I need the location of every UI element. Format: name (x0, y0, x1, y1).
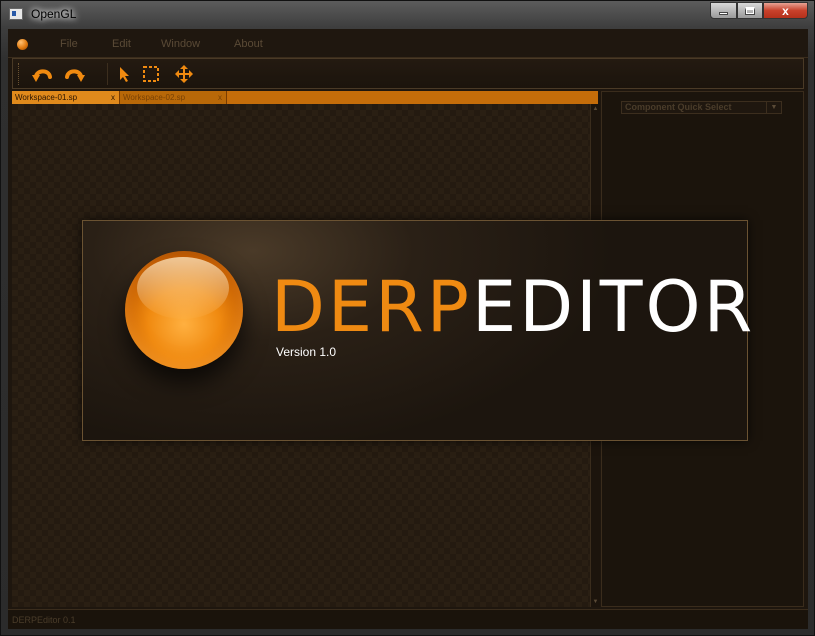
splash-logo: DERPEDITOR (271, 267, 755, 347)
app-window-icon (9, 8, 23, 20)
tab-close-icon[interactable]: x (111, 91, 115, 104)
tab-label: Workspace-02.sp (123, 93, 186, 102)
close-button[interactable]: x (763, 2, 808, 19)
maximize-button[interactable] (737, 2, 763, 19)
chevron-down-icon[interactable]: ▼ (766, 102, 781, 113)
version-label: Version 1.0 (276, 345, 337, 359)
menu-window[interactable]: Window (161, 38, 200, 50)
app-orb-icon[interactable] (17, 39, 28, 50)
splash-screen: DERPEDITOR Version 1.0 (82, 220, 752, 441)
status-text: DERPEditor 0.1 (12, 615, 76, 625)
menu-bar: File Edit Window About (8, 29, 808, 58)
tab-workspace-02[interactable]: Workspace-02.sp x (120, 91, 227, 104)
document-tab-strip: Workspace-01.sp x Workspace-02.sp x (12, 91, 598, 104)
logo-orb-icon (125, 251, 243, 369)
undo-icon[interactable] (32, 63, 54, 85)
window-title: OpenGL (31, 7, 77, 21)
maximize-icon (745, 6, 755, 15)
orb-highlight (137, 257, 229, 319)
minimize-button[interactable] (710, 2, 737, 19)
marquee-select-icon[interactable] (140, 63, 162, 85)
combo-value: Component Quick Select (625, 102, 732, 112)
logo-part-derp: DERP (271, 266, 472, 348)
logo-part-editor: EDITOR (471, 266, 756, 348)
scroll-down-arrow-icon[interactable]: ▼ (591, 597, 600, 607)
tab-close-icon[interactable]: x (218, 91, 222, 104)
caption-buttons: x (710, 2, 808, 20)
minimize-icon (719, 12, 728, 15)
tab-workspace-01[interactable]: Workspace-01.sp x (12, 91, 120, 104)
status-bar: DERPEditor 0.1 (8, 609, 808, 629)
toolbar-separator (107, 63, 108, 85)
move-icon[interactable] (173, 63, 195, 85)
title-bar[interactable]: OpenGL x (1, 1, 814, 29)
menu-file[interactable]: File (60, 38, 78, 50)
menu-edit[interactable]: Edit (112, 38, 131, 50)
scroll-up-arrow-icon[interactable]: ▲ (591, 104, 600, 114)
close-icon: x (782, 3, 789, 18)
pointer-icon[interactable] (113, 63, 135, 85)
toolbar-grip[interactable] (18, 63, 21, 85)
component-quick-select[interactable]: Component Quick Select ▼ (621, 101, 782, 114)
toolbar (12, 58, 804, 89)
redo-icon[interactable] (63, 63, 85, 85)
tab-label: Workspace-01.sp (15, 93, 78, 102)
menu-about[interactable]: About (234, 38, 263, 50)
